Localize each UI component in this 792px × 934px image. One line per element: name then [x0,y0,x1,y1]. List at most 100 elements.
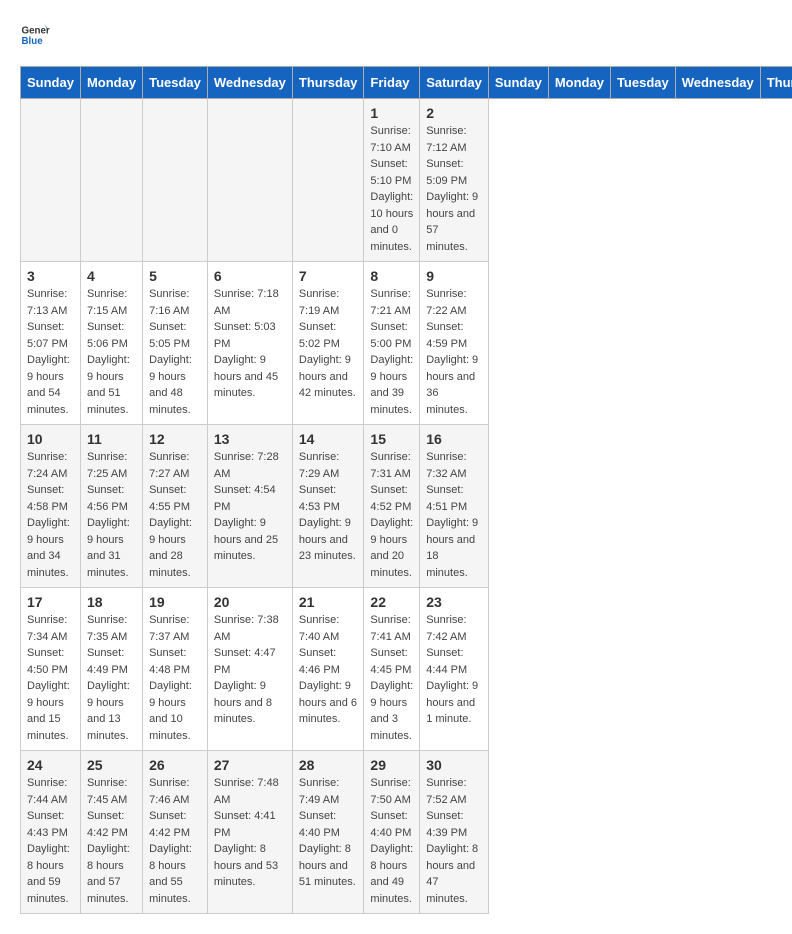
calendar-cell: 4 Sunrise: 7:15 AM Sunset: 5:06 PM Daylig… [80,262,142,425]
day-number: 22 [370,594,413,610]
day-detail: Sunrise: 7:34 AM Sunset: 4:50 PM Dayligh… [27,612,74,744]
calendar-cell: 1 Sunrise: 7:10 AM Sunset: 5:10 PM Daylig… [364,99,420,262]
day-detail: Sunrise: 7:15 AM Sunset: 5:06 PM Dayligh… [87,286,136,418]
day-detail: Sunrise: 7:42 AM Sunset: 4:44 PM Dayligh… [426,612,482,728]
svg-text:General: General [22,26,51,37]
calendar-week-1: 1 Sunrise: 7:10 AM Sunset: 5:10 PM Daylig… [21,99,792,262]
calendar-cell: 27 Sunrise: 7:48 AM Sunset: 4:41 PM Dayli… [207,751,292,914]
day-number: 1 [370,105,413,121]
header: General Blue [20,20,772,50]
day-number: 7 [299,268,358,284]
calendar-cell: 12Sunrise: 7:27 AM Sunset: 4:55 PM Dayli… [143,425,208,588]
day-number: 19 [149,594,201,610]
day-detail: Sunrise: 7:29 AM Sunset: 4:53 PM Dayligh… [299,449,358,565]
header-wednesday: Wednesday [207,67,292,99]
calendar-cell: 9 Sunrise: 7:22 AM Sunset: 4:59 PM Daylig… [420,262,489,425]
day-number: 25 [87,757,136,773]
header-saturday: Saturday [420,67,489,99]
day-detail: Sunrise: 7:31 AM Sunset: 4:52 PM Dayligh… [370,449,413,581]
calendar-cell: 26 Sunrise: 7:46 AM Sunset: 4:42 PM Dayli… [143,751,208,914]
day-detail: Sunrise: 7:28 AM Sunset: 4:54 PM Dayligh… [214,449,286,565]
day-detail: Sunrise: 7:16 AM Sunset: 5:05 PM Dayligh… [149,286,201,418]
calendar-cell [207,99,292,262]
calendar-cell: 15 Sunrise: 7:31 AM Sunset: 4:52 PM Dayli… [364,425,420,588]
day-detail: Sunrise: 7:10 AM Sunset: 5:10 PM Dayligh… [370,123,413,255]
calendar-cell: 7 Sunrise: 7:19 AM Sunset: 5:02 PM Daylig… [292,262,364,425]
day-detail: Sunrise: 7:37 AM Sunset: 4:48 PM Dayligh… [149,612,201,744]
day-detail: Sunrise: 7:38 AM Sunset: 4:47 PM Dayligh… [214,612,286,728]
day-number: 16 [426,431,482,447]
calendar-cell: 16 Sunrise: 7:32 AM Sunset: 4:51 PM Dayli… [420,425,489,588]
calendar-cell: 11 Sunrise: 7:25 AM Sunset: 4:56 PM Dayli… [80,425,142,588]
day-number: 6 [214,268,286,284]
day-number: 9 [426,268,482,284]
calendar-cell: 6 Sunrise: 7:18 AM Sunset: 5:03 PM Daylig… [207,262,292,425]
day-detail: Sunrise: 7:24 AM Sunset: 4:58 PM Dayligh… [27,449,74,581]
col-header-monday: Monday [548,67,610,99]
day-detail: Sunrise: 7:50 AM Sunset: 4:40 PM Dayligh… [370,775,413,907]
day-number: 29 [370,757,413,773]
day-number: 11 [87,431,136,447]
day-detail: Sunrise: 7:12 AM Sunset: 5:09 PM Dayligh… [426,123,482,255]
day-number: 3 [27,268,74,284]
calendar-week-5: 24Sunrise: 7:44 AM Sunset: 4:43 PM Dayli… [21,751,792,914]
calendar-cell: 24Sunrise: 7:44 AM Sunset: 4:43 PM Dayli… [21,751,81,914]
day-number: 4 [87,268,136,284]
day-number: 5 [149,268,201,284]
day-detail: Sunrise: 7:25 AM Sunset: 4:56 PM Dayligh… [87,449,136,581]
calendar-cell: 29 Sunrise: 7:50 AM Sunset: 4:40 PM Dayli… [364,751,420,914]
day-number: 21 [299,594,358,610]
day-number: 2 [426,105,482,121]
calendar-week-3: 10 Sunrise: 7:24 AM Sunset: 4:58 PM Dayli… [21,425,792,588]
day-detail: Sunrise: 7:35 AM Sunset: 4:49 PM Dayligh… [87,612,136,744]
day-number: 24 [27,757,74,773]
calendar-cell: 30 Sunrise: 7:52 AM Sunset: 4:39 PM Dayli… [420,751,489,914]
calendar-cell: 8Sunrise: 7:21 AM Sunset: 5:00 PM Daylig… [364,262,420,425]
header-friday: Friday [364,67,420,99]
day-detail: Sunrise: 7:18 AM Sunset: 5:03 PM Dayligh… [214,286,286,402]
logo: General Blue [20,20,54,50]
day-number: 26 [149,757,201,773]
col-header-sunday: Sunday [488,67,548,99]
calendar-cell: 13 Sunrise: 7:28 AM Sunset: 4:54 PM Dayli… [207,425,292,588]
calendar-cell [292,99,364,262]
col-header-tuesday: Tuesday [610,67,675,99]
header-tuesday: Tuesday [143,67,208,99]
day-number: 13 [214,431,286,447]
day-detail: Sunrise: 7:52 AM Sunset: 4:39 PM Dayligh… [426,775,482,907]
day-number: 23 [426,594,482,610]
calendar-cell: 10 Sunrise: 7:24 AM Sunset: 4:58 PM Dayli… [21,425,81,588]
day-detail: Sunrise: 7:22 AM Sunset: 4:59 PM Dayligh… [426,286,482,418]
day-detail: Sunrise: 7:46 AM Sunset: 4:42 PM Dayligh… [149,775,201,907]
day-detail: Sunrise: 7:13 AM Sunset: 5:07 PM Dayligh… [27,286,74,418]
calendar-cell: 2 Sunrise: 7:12 AM Sunset: 5:09 PM Daylig… [420,99,489,262]
calendar-cell [21,99,81,262]
calendar-cell: 28 Sunrise: 7:49 AM Sunset: 4:40 PM Dayli… [292,751,364,914]
day-detail: Sunrise: 7:40 AM Sunset: 4:46 PM Dayligh… [299,612,358,728]
day-detail: Sunrise: 7:48 AM Sunset: 4:41 PM Dayligh… [214,775,286,891]
day-detail: Sunrise: 7:27 AM Sunset: 4:55 PM Dayligh… [149,449,201,581]
day-number: 27 [214,757,286,773]
day-detail: Sunrise: 7:41 AM Sunset: 4:45 PM Dayligh… [370,612,413,744]
day-number: 15 [370,431,413,447]
col-header-wednesday: Wednesday [675,67,760,99]
day-number: 20 [214,594,286,610]
day-detail: Sunrise: 7:21 AM Sunset: 5:00 PM Dayligh… [370,286,413,418]
col-header-thursday: Thursday [760,67,792,99]
day-number: 14 [299,431,358,447]
calendar-table: SundayMondayTuesdayWednesdayThursdayFrid… [20,66,792,914]
day-number: 17 [27,594,74,610]
calendar-cell: 5 Sunrise: 7:16 AM Sunset: 5:05 PM Daylig… [143,262,208,425]
day-number: 30 [426,757,482,773]
calendar-cell [80,99,142,262]
day-number: 28 [299,757,358,773]
day-detail: Sunrise: 7:32 AM Sunset: 4:51 PM Dayligh… [426,449,482,581]
day-detail: Sunrise: 7:49 AM Sunset: 4:40 PM Dayligh… [299,775,358,891]
calendar-header-row: SundayMondayTuesdayWednesdayThursdayFrid… [21,67,792,99]
svg-text:Blue: Blue [22,36,44,47]
day-number: 10 [27,431,74,447]
header-monday: Monday [80,67,142,99]
day-number: 18 [87,594,136,610]
day-detail: Sunrise: 7:19 AM Sunset: 5:02 PM Dayligh… [299,286,358,402]
calendar-week-2: 3 Sunrise: 7:13 AM Sunset: 5:07 PM Daylig… [21,262,792,425]
